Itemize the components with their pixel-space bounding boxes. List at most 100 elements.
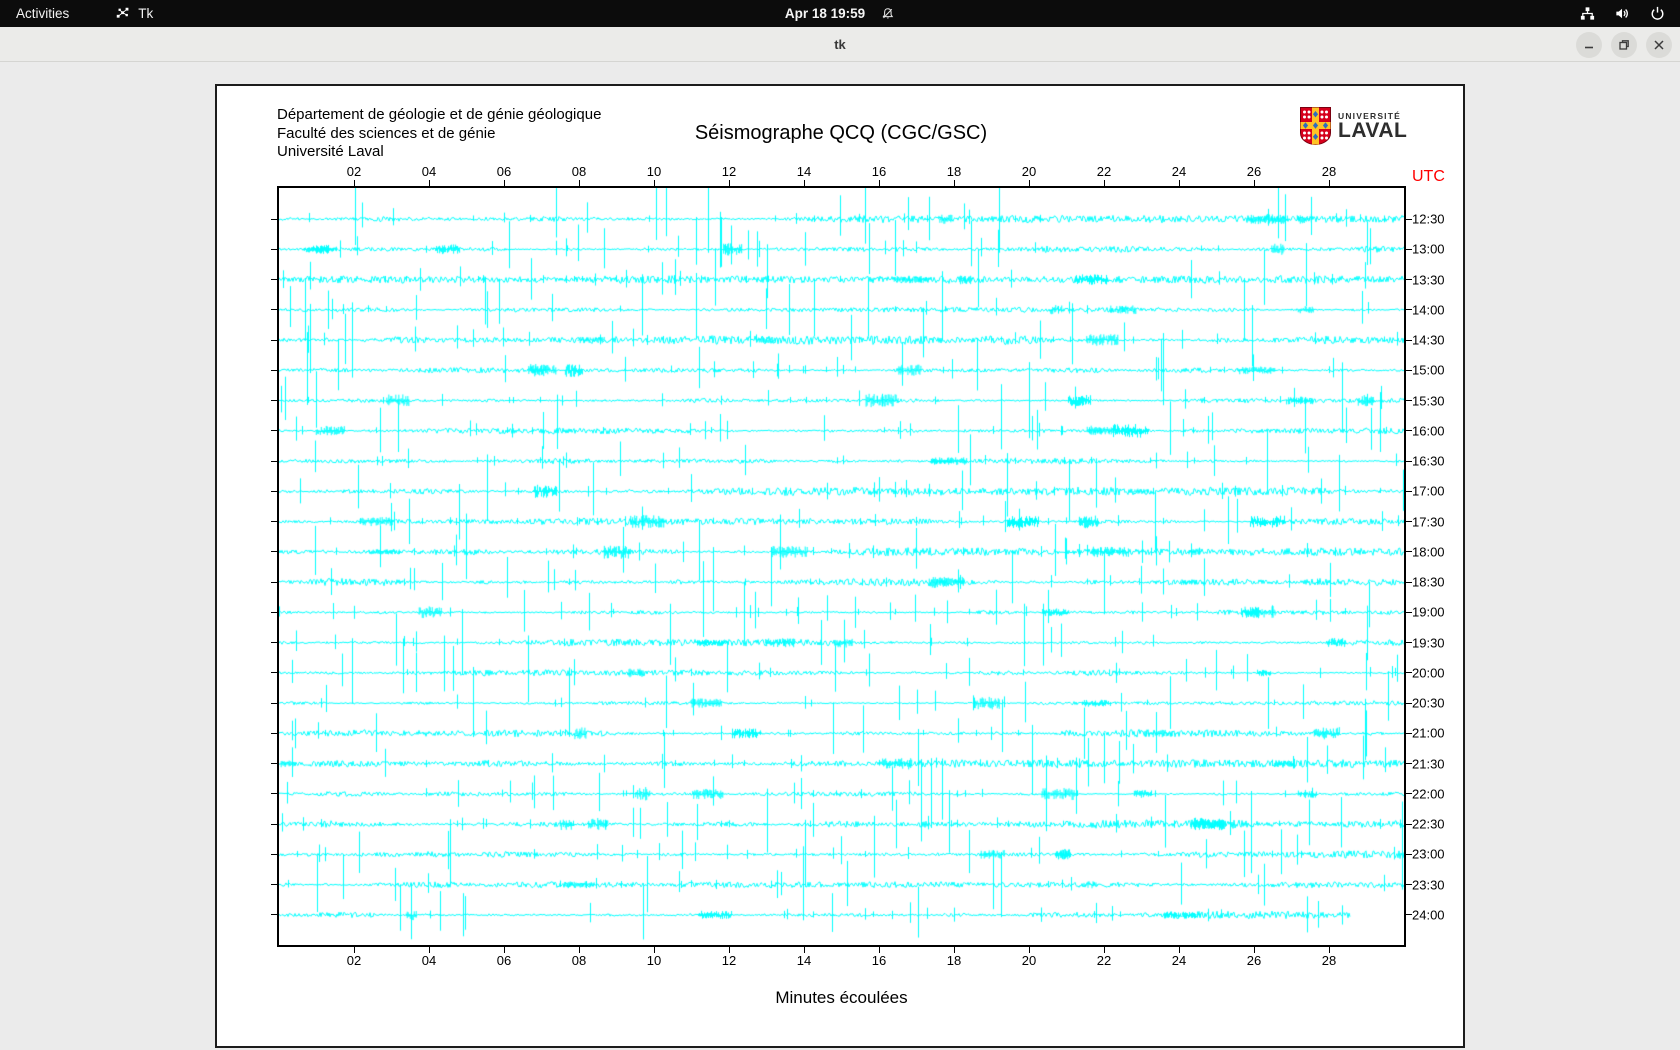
- x-tick-label-bottom: 26: [1246, 953, 1262, 968]
- x-tick-label-bottom: 10: [646, 953, 662, 968]
- row-tick-left: [271, 793, 277, 795]
- x-tick-label-top: 02: [346, 164, 362, 179]
- row-tick-left: [271, 551, 277, 553]
- window-title: tk: [834, 37, 846, 52]
- activities-button[interactable]: Activities: [16, 6, 69, 21]
- row-time-label: 23:30: [1412, 877, 1445, 893]
- x-tick-top: [1328, 180, 1330, 186]
- x-tick-top: [878, 180, 880, 186]
- row-tick-left: [271, 642, 277, 644]
- clock: Apr 18 19:59: [784, 6, 866, 21]
- volume-icon: [1616, 8, 1628, 19]
- row-time-label: 21:30: [1412, 756, 1445, 772]
- x-tick-top: [803, 180, 805, 186]
- x-tick-top: [578, 180, 580, 186]
- laval-shield-icon: [1300, 107, 1331, 145]
- x-tick-label-bottom: 22: [1096, 953, 1112, 968]
- row-tick-left: [271, 611, 277, 613]
- row-tick-left: [271, 309, 277, 311]
- row-tick-left: [271, 430, 277, 432]
- x-tick-label-bottom: 16: [871, 953, 887, 968]
- x-tick-label-bottom: 28: [1321, 953, 1337, 968]
- x-tick-top: [728, 180, 730, 186]
- x-tick-label-top: 20: [1021, 164, 1037, 179]
- network-icon: [1580, 7, 1595, 20]
- x-tick-top: [1028, 180, 1030, 186]
- row-time-label: 23:00: [1412, 846, 1445, 862]
- x-tick-top: [953, 180, 955, 186]
- row-time-label: 12:30: [1412, 211, 1445, 227]
- row-tick-left: [271, 914, 277, 916]
- row-time-label: 16:30: [1412, 453, 1445, 469]
- header-line-3: Université Laval: [277, 143, 384, 160]
- row-tick-left: [271, 248, 277, 250]
- x-tick-label-bottom: 02: [346, 953, 362, 968]
- x-tick-label-bottom: 12: [721, 953, 737, 968]
- x-tick-top: [1103, 180, 1105, 186]
- row-tick-left: [271, 460, 277, 462]
- row-time-label: 22:30: [1412, 816, 1445, 832]
- power-icon: [1651, 6, 1664, 20]
- x-tick-label-top: 28: [1321, 164, 1337, 179]
- row-time-label: 18:00: [1412, 544, 1445, 560]
- row-time-label: 14:30: [1412, 332, 1445, 348]
- row-tick-left: [271, 339, 277, 341]
- x-tick-label-top: 24: [1171, 164, 1187, 179]
- x-tick-label-top: 22: [1096, 164, 1112, 179]
- system-status-area[interactable]: [1579, 0, 1666, 27]
- x-tick-label-top: 10: [646, 164, 662, 179]
- x-tick-label-top: 12: [721, 164, 737, 179]
- logo-text-laval: LAVAL: [1338, 119, 1408, 142]
- row-time-label: 20:30: [1412, 695, 1445, 711]
- row-tick-left: [271, 884, 277, 886]
- row-tick-left: [271, 279, 277, 281]
- row-time-label: 22:00: [1412, 786, 1445, 802]
- row-tick-left: [271, 490, 277, 492]
- row-time-label: 16:00: [1412, 423, 1445, 439]
- x-axis-title: Minutes écoulées: [775, 988, 908, 1007]
- minimize-button[interactable]: [1576, 31, 1602, 58]
- minimize-icon: [1585, 46, 1593, 48]
- row-time-label: 14:00: [1412, 302, 1445, 318]
- seismograph-window: Département de géologie et de génie géol…: [215, 84, 1465, 1048]
- row-time-label: 15:00: [1412, 362, 1445, 378]
- row-tick-left: [271, 581, 277, 583]
- x-tick-top: [503, 180, 505, 186]
- x-tick-label-bottom: 14: [796, 953, 812, 968]
- x-tick-label-bottom: 04: [421, 953, 437, 968]
- x-tick-label-bottom: 18: [946, 953, 962, 968]
- row-time-label: 13:00: [1412, 241, 1445, 257]
- row-tick-left: [271, 732, 277, 734]
- row-time-label: 18:30: [1412, 574, 1445, 590]
- seismogram-plot-box: [277, 186, 1406, 947]
- x-tick-label-bottom: 24: [1171, 953, 1187, 968]
- x-tick-label-top: 16: [871, 164, 887, 179]
- tk-app-icon: [117, 7, 129, 18]
- row-tick-left: [271, 400, 277, 402]
- close-button[interactable]: [1646, 31, 1672, 58]
- clock-menu[interactable]: Apr 18 19:59: [785, 6, 895, 21]
- row-tick-left: [271, 702, 277, 704]
- row-tick-left: [271, 672, 277, 674]
- x-tick-top: [428, 180, 430, 186]
- laval-logo: UNIVERSITÉ LAVAL: [1300, 107, 1407, 145]
- x-tick-top: [353, 180, 355, 186]
- row-tick-left: [271, 369, 277, 371]
- x-tick-label-top: 06: [496, 164, 512, 179]
- restore-button[interactable]: [1611, 31, 1637, 58]
- row-tick-left: [271, 218, 277, 220]
- x-tick-top: [653, 180, 655, 186]
- row-time-label: 20:00: [1412, 665, 1445, 681]
- row-tick-left: [271, 853, 277, 855]
- x-tick-label-top: 18: [946, 164, 962, 179]
- app-menu-label: Tk: [138, 6, 154, 21]
- x-tick-top: [1178, 180, 1180, 186]
- app-menu[interactable]: Tk: [115, 6, 153, 21]
- row-tick-left: [271, 763, 277, 765]
- notifications-muted-icon: [882, 7, 894, 19]
- utc-axis-label: UTC: [1412, 168, 1445, 185]
- restore-icon: [1619, 39, 1629, 50]
- window-titlebar[interactable]: tk: [0, 27, 1680, 62]
- x-tick-label-top: 26: [1246, 164, 1262, 179]
- row-time-label: 17:30: [1412, 514, 1445, 530]
